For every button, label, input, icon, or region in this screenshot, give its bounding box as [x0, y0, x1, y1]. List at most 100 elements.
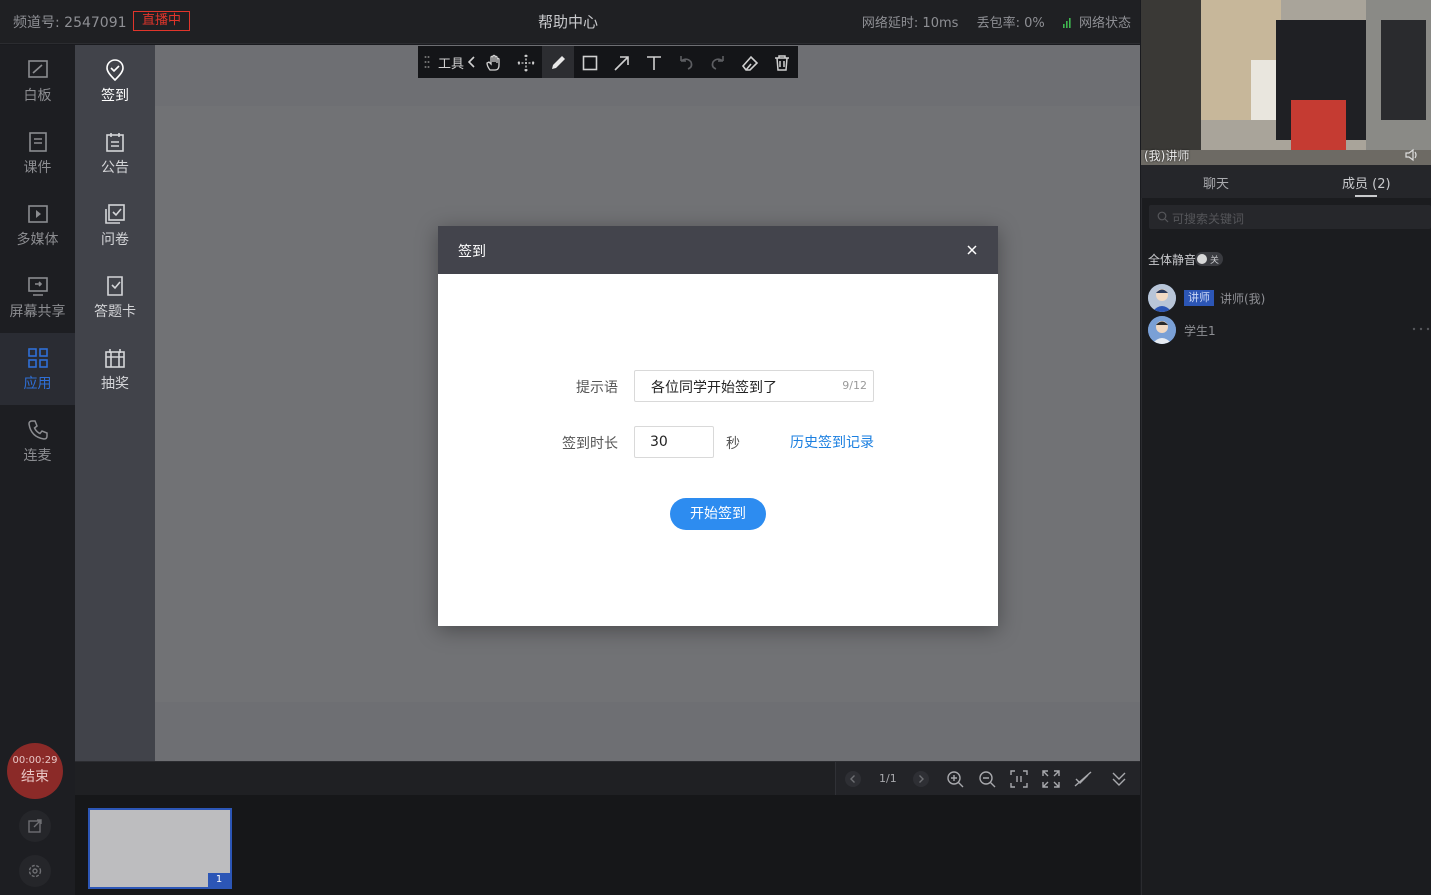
lottery-icon [105, 349, 125, 368]
trash-icon[interactable] [773, 54, 791, 72]
video-label: (我)讲师 [1144, 149, 1190, 163]
active-tab-indicator [1355, 195, 1377, 197]
network-status-link[interactable]: 网络状态 [1079, 16, 1131, 31]
avatar [1148, 316, 1176, 344]
toggle-state: 关 [1210, 256, 1220, 266]
network-info: 网络延时: 10ms 丢包率: 0% 网络状态 [862, 12, 1131, 31]
close-icon[interactable] [964, 242, 980, 258]
rail-item-label: 应用 [23, 376, 52, 392]
rail-item-label: 连麦 [23, 448, 52, 464]
duration-input[interactable]: 30 [634, 426, 714, 458]
elapsed-time: 00:00:29 [12, 755, 58, 766]
next-page-icon[interactable] [912, 770, 930, 788]
pen-icon[interactable] [549, 54, 567, 72]
drawing-toolbar: 工具 [418, 46, 798, 78]
member-row[interactable]: 学生1 [1148, 316, 1431, 344]
move-icon[interactable] [517, 54, 535, 72]
text-icon[interactable] [645, 54, 663, 72]
rail-item-whiteboard[interactable]: 白板 [0, 45, 75, 117]
submenu-item-checkin[interactable]: 签到 [75, 45, 155, 117]
history-checkin-link[interactable]: 历史签到记录 [790, 432, 874, 452]
member-name: 学生1 [1184, 324, 1216, 338]
rail-item-media[interactable]: 多媒体 [0, 189, 75, 261]
submenu-item-announcement[interactable]: 公告 [75, 117, 155, 189]
end-label: 结束 [21, 769, 49, 785]
submenu-item-lottery[interactable]: 抽奖 [75, 333, 155, 405]
submenu-item-answer-card[interactable]: 答题卡 [75, 261, 155, 333]
thumbnail-strip [75, 795, 1140, 895]
rail-item-label: 课件 [23, 160, 52, 176]
external-link-button[interactable] [19, 810, 51, 842]
gear-icon [28, 864, 42, 878]
whiteboard-icon [27, 60, 48, 78]
collapse-toolbar-icon[interactable] [468, 56, 476, 68]
phone-icon [27, 420, 48, 440]
speaker-icon[interactable] [1404, 148, 1420, 162]
screen-share-icon [27, 277, 48, 296]
rail-item-courseware[interactable]: 课件 [0, 117, 75, 189]
annotate-icon[interactable] [1074, 770, 1092, 788]
teacher-video[interactable] [1141, 0, 1431, 165]
undo-icon[interactable] [677, 54, 695, 72]
submenu-item-label: 签到 [101, 88, 129, 104]
checkin-dialog: 签到 提示语 各位同学开始签到了 9/12 签到时长 30 秒 历史签到记录 开… [438, 226, 998, 626]
prompt-value: 各位同学开始签到了 [651, 380, 777, 396]
prompt-char-count: 9/12 [842, 379, 867, 392]
page-thumbnail[interactable]: 1 [88, 808, 232, 889]
toggle-knob [1197, 254, 1207, 264]
tools-label: 工具 [438, 57, 465, 72]
page-indicator: 1/1 [879, 772, 897, 785]
submenu-item-survey[interactable]: 问卷 [75, 189, 155, 261]
zoom-in-icon[interactable] [946, 770, 964, 788]
collapse-icon[interactable] [1110, 770, 1128, 788]
mute-all-label: 全体静音 [1148, 253, 1197, 267]
role-badge: 讲师 [1184, 290, 1214, 306]
zoom-out-icon[interactable] [978, 770, 996, 788]
duration-unit: 秒 [726, 436, 740, 452]
answer-card-icon [107, 276, 123, 296]
rail-item-phone[interactable]: 连麦 [0, 405, 75, 477]
rectangle-icon[interactable] [581, 54, 599, 72]
tab-members[interactable]: 成员 (2) [1342, 173, 1391, 192]
start-checkin-button[interactable]: 开始签到 [670, 498, 766, 530]
courseware-icon [28, 132, 47, 152]
rail-item-label: 白板 [23, 88, 52, 104]
settings-button[interactable] [19, 855, 51, 887]
apps-submenu: 签到 公告 问卷 答题卡 抽奖 [75, 45, 155, 761]
dialog-header: 签到 [438, 226, 998, 274]
side-panel [1141, 165, 1431, 895]
media-icon [27, 205, 48, 223]
submenu-item-label: 公告 [101, 160, 129, 176]
search-placeholder: 可搜索关键词 [1172, 212, 1245, 226]
rail-item-screen-share[interactable]: 屏幕共享 [0, 261, 75, 333]
video-frame [1141, 0, 1431, 165]
redo-icon[interactable] [709, 54, 727, 72]
duration-label: 签到时长 [562, 436, 618, 452]
prompt-input[interactable]: 各位同学开始签到了 9/12 [634, 370, 874, 402]
search-icon [1157, 211, 1169, 223]
eraser-icon[interactable] [741, 54, 759, 72]
thumbnail-number: 1 [208, 873, 230, 887]
announcement-icon [106, 133, 124, 152]
tab-chat[interactable]: 聊天 [1203, 173, 1229, 192]
latency-text: 网络延时: 10ms [861, 16, 959, 31]
more-options-icon[interactable] [1412, 327, 1430, 331]
prev-page-icon[interactable] [844, 770, 862, 788]
submenu-item-label: 问卷 [101, 232, 129, 248]
member-name: 讲师(我) [1220, 292, 1266, 306]
hand-icon[interactable] [485, 54, 503, 72]
submenu-item-label: 答题卡 [94, 304, 136, 320]
packet-loss-text: 丢包率: 0% [976, 16, 1045, 31]
fit-icon[interactable] [1010, 770, 1028, 788]
rail-item-label: 多媒体 [16, 232, 59, 248]
drag-handle-icon[interactable] [424, 55, 430, 69]
rail-item-apps[interactable]: 应用 [0, 333, 75, 405]
member-row[interactable]: 讲师 讲师(我) [1148, 284, 1348, 312]
end-broadcast-button[interactable]: 00:00:29 结束 [7, 743, 63, 799]
signal-icon [1062, 18, 1072, 28]
arrow-icon[interactable] [613, 54, 631, 72]
fullscreen-icon[interactable] [1042, 770, 1060, 788]
survey-icon [105, 204, 125, 224]
apps-icon [27, 348, 48, 368]
dialog-title: 签到 [458, 244, 486, 260]
